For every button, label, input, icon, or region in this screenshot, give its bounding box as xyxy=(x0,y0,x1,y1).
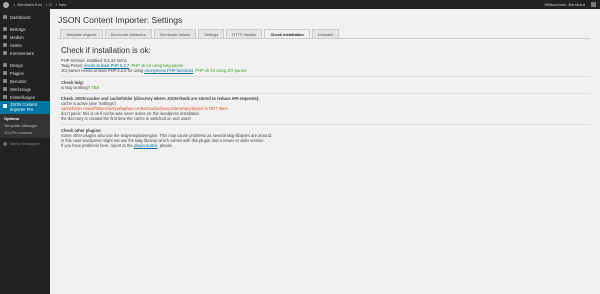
home-icon: ⌂ xyxy=(13,2,16,7)
sidebar-item-pages[interactable]: Seiten xyxy=(0,41,50,49)
twig-status-badge: YES xyxy=(90,84,100,90)
jci-php-ok-status: : PHP ok for using JCI-parser xyxy=(193,68,247,73)
divider xyxy=(61,92,591,93)
comments-link[interactable]: ▪ 0 xyxy=(46,2,52,7)
collapse-menu-button[interactable]: Menü einklappen xyxy=(0,141,50,146)
sidebar-item-users[interactable]: Benutzer xyxy=(0,77,50,85)
sidebar-item-comments[interactable]: Kommentare xyxy=(0,49,50,57)
json-icon xyxy=(3,104,7,108)
anonymous-functions-link[interactable]: Anonymous PHP-functions xyxy=(144,68,193,73)
tab-shortcode-attributes[interactable]: Shortcode Attributes xyxy=(104,29,152,38)
check-installation-panel: Check if installation is ok: PHP-Version… xyxy=(61,46,591,148)
site-name-link[interactable]: ⌂ Bernhard Kux xyxy=(13,2,42,7)
sidebar-item-design[interactable]: Design xyxy=(0,61,50,69)
sidebar-item-plugins[interactable]: Plugins xyxy=(0,69,50,77)
sidebar-item-tools[interactable]: Werkzeuge xyxy=(0,85,50,93)
pin-icon xyxy=(3,27,7,31)
plugin-icon xyxy=(3,71,7,75)
divider xyxy=(61,124,591,125)
tab-shortcode-values[interactable]: Shortcode-Values xyxy=(153,29,197,38)
tab-template-engines[interactable]: Template engines xyxy=(60,29,103,38)
dashboard-icon xyxy=(3,15,7,19)
tab-http-header[interactable]: HTTP-Header xyxy=(226,29,263,38)
media-icon xyxy=(3,35,7,39)
sidebar-item-json-content-importer[interactable]: JSON Content Importer Pro xyxy=(0,101,50,114)
brush-icon xyxy=(3,63,7,67)
sidebar-item-settings[interactable]: Einstellungen xyxy=(0,93,50,101)
page-title: JSON Content Importer: Settings xyxy=(58,15,183,25)
settings-tabs: Template engines Shortcode Attributes Sh… xyxy=(60,29,341,38)
submenu-item-options[interactable]: Options xyxy=(0,115,50,122)
sidebar-submenu: Options Template-Manager JCI-Pro License xyxy=(0,114,50,138)
section-heading: Check if installation is ok: xyxy=(61,46,151,55)
jci-php-check: JCI-parser needs at least PHP 5.3.0 for … xyxy=(61,68,247,73)
tab-divider xyxy=(58,38,590,39)
wordpress-logo-icon[interactable] xyxy=(3,1,9,8)
comment-icon: ▪ xyxy=(45,2,48,7)
wrench-icon xyxy=(3,87,7,91)
page-icon xyxy=(3,43,7,47)
admin-bar: ⌂ Bernhard Kux ▪ 0 + Neu Willkommen, Ber… xyxy=(0,0,600,9)
collapse-icon xyxy=(3,141,7,146)
new-content-link[interactable]: + Neu xyxy=(56,2,67,7)
tab-uninstall[interactable]: Uninstall xyxy=(311,29,339,38)
account-greeting[interactable]: Willkommen, Bernhard xyxy=(545,2,585,7)
submenu-item-license[interactable]: JCI-Pro License xyxy=(0,129,50,136)
plugins-report-text: If you have problems here, report to the… xyxy=(61,142,173,148)
settings-icon xyxy=(3,95,7,99)
divider xyxy=(61,76,591,77)
sidebar-item-posts[interactable]: Beiträge xyxy=(0,25,50,33)
comment-icon xyxy=(3,51,7,55)
main-content: JSON Content Importer: Settings Template… xyxy=(50,9,600,294)
submenu-item-template-manager[interactable]: Template-Manager xyxy=(0,122,50,129)
sidebar-item-dashboard[interactable]: Dashboard xyxy=(0,13,50,21)
sidebar-item-media[interactable]: Medien xyxy=(0,33,50,41)
tab-settings[interactable]: Settings xyxy=(198,29,225,38)
plugin-author-link[interactable]: plugin-author xyxy=(134,143,158,148)
twig-check-result: is twig working? YES xyxy=(61,84,100,90)
admin-sidebar: Dashboard Beiträge Medien Seiten Komment… xyxy=(0,9,50,294)
tab-check-installation[interactable]: Check installation xyxy=(264,29,310,38)
avatar[interactable] xyxy=(591,2,596,7)
cache-note-text-2: the directory is created the first time … xyxy=(61,116,191,121)
user-icon xyxy=(3,79,7,83)
